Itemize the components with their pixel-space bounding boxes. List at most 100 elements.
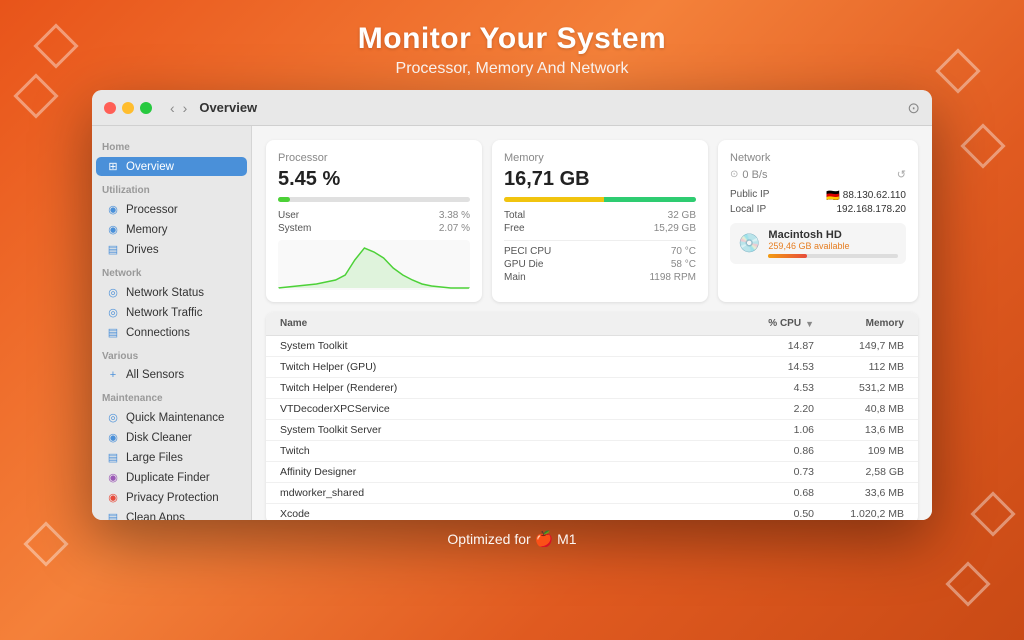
overview-icon: ⊞ — [106, 160, 120, 173]
col-header-mem: Memory — [814, 318, 904, 329]
sidebar-item-privacy-protection[interactable]: ◉Privacy Protection — [96, 488, 247, 507]
sidebar-item-drives[interactable]: ▤Drives — [96, 240, 247, 259]
network-public-ip-label: Public IP — [730, 189, 769, 202]
sidebar-section-label: Utilization — [92, 177, 251, 199]
back-arrow[interactable]: ‹ — [168, 100, 177, 116]
maximize-button[interactable] — [140, 102, 152, 114]
process-table: Name % CPU ▼ Memory System Toolkit 14.87… — [266, 312, 918, 520]
network-speed-icon: ⊙ — [730, 169, 738, 180]
memory-fill-yellow — [504, 197, 604, 202]
process-cpu: 2.20 — [714, 403, 814, 415]
memory-peci-value: 70 °C — [671, 246, 696, 257]
process-cpu: 14.53 — [714, 361, 814, 373]
processor-system-label: System — [278, 223, 311, 234]
sidebar-item-quick-maintenance[interactable]: ◎Quick Maintenance — [96, 408, 247, 427]
col-header-cpu[interactable]: % CPU ▼ — [714, 318, 814, 329]
diamond-decoration — [13, 73, 58, 118]
memory-gpu-value: 58 °C — [671, 259, 696, 270]
network-local-ip-value: 192.168.178.20 — [836, 204, 906, 215]
sidebar-item-label: Duplicate Finder — [126, 472, 210, 484]
process-cpu: 0.86 — [714, 445, 814, 457]
process-name: System Toolkit Server — [280, 424, 714, 436]
sidebar-section-label: Maintenance — [92, 385, 251, 407]
processor-system-value: 2.07 % — [439, 223, 470, 234]
sidebar-item-large-files[interactable]: ▤Large Files — [96, 448, 247, 467]
disk-bar-bg — [768, 254, 898, 258]
sidebar-item-label: Clean Apps — [126, 512, 185, 521]
network-refresh-icon[interactable]: ↺ — [897, 168, 906, 181]
network-card-title: Network — [730, 152, 906, 164]
network-local-ip-label: Local IP — [730, 204, 766, 215]
table-row[interactable]: Affinity Designer 0.73 2,58 GB — [266, 462, 918, 483]
table-row[interactable]: mdworker_shared 0.68 33,6 MB — [266, 483, 918, 504]
diamond-decoration — [945, 561, 990, 606]
memory-total-label: Total — [504, 210, 525, 221]
process-cpu: 0.73 — [714, 466, 814, 478]
process-name: Twitch Helper (GPU) — [280, 361, 714, 373]
close-button[interactable] — [104, 102, 116, 114]
process-name: Twitch — [280, 445, 714, 457]
sidebar-section-label: Home — [92, 134, 251, 156]
memory-total-value: 32 GB — [668, 210, 696, 221]
sidebar-item-connections[interactable]: ▤Connections — [96, 323, 247, 342]
sidebar-section-label: Network — [92, 260, 251, 282]
all-sensors-icon: + — [106, 369, 120, 381]
minimize-button[interactable] — [122, 102, 134, 114]
memory-free-value: 15,29 GB — [654, 223, 696, 234]
table-row[interactable]: Twitch Helper (GPU) 14.53 112 MB — [266, 357, 918, 378]
sidebar-item-processor[interactable]: ◉Processor — [96, 200, 247, 219]
process-name: VTDecoderXPCService — [280, 403, 714, 415]
sidebar-item-all-sensors[interactable]: +All Sensors — [96, 366, 247, 384]
window-title: Overview — [199, 100, 257, 115]
process-cpu: 14.87 — [714, 340, 814, 352]
table-row[interactable]: System Toolkit Server 1.06 13,6 MB — [266, 420, 918, 441]
table-row[interactable]: Twitch 0.86 109 MB — [266, 441, 918, 462]
processor-card-value: 5.45 % — [278, 168, 470, 191]
processor-card: Processor 5.45 % User 3.38 % System 2.07… — [266, 140, 482, 302]
table-row[interactable]: Twitch Helper (Renderer) 4.53 531,2 MB — [266, 378, 918, 399]
process-mem: 40,8 MB — [814, 403, 904, 415]
sidebar-item-label: Network Traffic — [126, 307, 202, 319]
processor-chart-svg — [278, 240, 470, 290]
clean-apps-icon: ▤ — [106, 511, 120, 520]
settings-icon[interactable]: ⊙ — [907, 99, 920, 117]
table-row[interactable]: VTDecoderXPCService 2.20 40,8 MB — [266, 399, 918, 420]
sidebar-item-network-traffic[interactable]: ◎Network Traffic — [96, 303, 247, 322]
process-table-header: Name % CPU ▼ Memory — [266, 312, 918, 336]
sidebar-item-memory[interactable]: ◉Memory — [96, 220, 247, 239]
memory-card: Memory 16,71 GB Total 32 GB Free 15,29 G… — [492, 140, 708, 302]
main-content: Processor 5.45 % User 3.38 % System 2.07… — [252, 126, 932, 520]
sidebar-item-label: Network Status — [126, 287, 204, 299]
memory-row-free: Free 15,29 GB — [504, 223, 696, 234]
diamond-decoration — [935, 48, 980, 93]
sidebar-item-overview[interactable]: ⊞Overview — [96, 157, 247, 176]
process-name: Twitch Helper (Renderer) — [280, 382, 714, 394]
sidebar-item-duplicate-finder[interactable]: ◉Duplicate Finder — [96, 468, 247, 487]
large-files-icon: ▤ — [106, 451, 120, 464]
network-card: Network ⊙ 0 B/s ↺ Public IP 🇩🇪 88.130.62… — [718, 140, 918, 302]
process-name: Xcode — [280, 508, 714, 520]
processor-user-value: 3.38 % — [439, 210, 470, 221]
quick-maintenance-icon: ◎ — [106, 411, 120, 424]
sidebar-item-clean-apps[interactable]: ▤ Clean Apps — [96, 508, 247, 520]
memory-gpu-label: GPU Die — [504, 259, 543, 270]
network-speed-row: ⊙ 0 B/s ↺ — [730, 168, 906, 181]
process-cpu: 1.06 — [714, 424, 814, 436]
sidebar-item-disk-cleaner[interactable]: ◉Disk Cleaner — [96, 428, 247, 447]
drives-icon: ▤ — [106, 243, 120, 256]
sidebar-item-network-status[interactable]: ◎Network Status — [96, 283, 247, 302]
processor-row-system: System 2.07 % — [278, 223, 470, 234]
processor-chart — [278, 240, 470, 290]
disk-row: 💿 Macintosh HD 259,46 GB available — [730, 223, 906, 264]
disk-available: 259,46 GB available — [768, 241, 898, 251]
sidebar-item-label: Disk Cleaner — [126, 432, 192, 444]
table-row[interactable]: System Toolkit 14.87 149,7 MB — [266, 336, 918, 357]
app-window: ‹ › Overview ⊙ Home⊞OverviewUtilization◉… — [92, 90, 932, 520]
process-mem: 13,6 MB — [814, 424, 904, 436]
process-mem: 2,58 GB — [814, 466, 904, 478]
forward-arrow[interactable]: › — [181, 100, 190, 116]
memory-fill-green — [604, 197, 696, 202]
memory-row-main: Main 1198 RPM — [504, 272, 696, 283]
header-title: Monitor Your System — [358, 22, 666, 56]
table-row[interactable]: Xcode 0.50 1.020,2 MB — [266, 504, 918, 520]
